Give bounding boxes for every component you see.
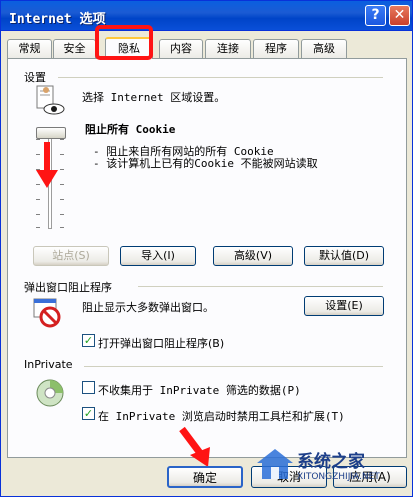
close-button[interactable]: ✕: [389, 5, 410, 26]
help-icon: ?: [371, 7, 380, 23]
privacy-eye-icon: [36, 85, 65, 115]
window-title: Internet 选项: [9, 12, 106, 27]
tab-strip: 常规 安全 隐私 内容 连接 程序 高级: [7, 37, 407, 59]
close-icon: ✕: [393, 7, 406, 23]
popup-blocker-checkbox-label: 打开弹出窗口阻止程序(B): [98, 337, 225, 350]
privacy-level-title: 阻止所有 Cookie: [85, 123, 176, 136]
popup-separator: [138, 286, 383, 287]
title-bar[interactable]: Internet 选项 ? ✕: [1, 1, 412, 31]
inprivate-filter-checkbox[interactable]: [82, 381, 95, 394]
help-button[interactable]: ?: [365, 5, 386, 26]
privacy-slider-thumb[interactable]: [36, 127, 66, 139]
highlight-box-privacy-tab: [95, 25, 153, 60]
watermark-site: XITONGZHIJIA.NET: [297, 472, 380, 482]
red-arrow-down-icon: [36, 142, 58, 188]
tab-advanced[interactable]: 高级: [301, 39, 347, 58]
settings-separator: [58, 77, 383, 78]
sites-button[interactable]: 站点(S): [33, 246, 109, 266]
settings-description: 选择 Internet 区域设置。: [82, 91, 226, 104]
ok-button[interactable]: 确定: [167, 466, 243, 488]
internet-options-window: Internet 选项 ? ✕ 常规 安全 隐私 内容 连接 程序 高级 设置 …: [0, 0, 413, 497]
tab-security[interactable]: 安全: [53, 39, 96, 58]
inprivate-group-label: InPrivate: [24, 358, 77, 371]
red-arrow-ok-icon: [179, 426, 210, 467]
import-button[interactable]: 导入(I): [120, 246, 196, 266]
tab-programs[interactable]: 程序: [253, 39, 299, 58]
watermark-brand: 系统之家: [297, 452, 365, 472]
inprivate-toolbar-checkbox-label: 在 InPrivate 浏览启动时禁用工具栏和扩展(T): [98, 410, 345, 423]
advanced-button[interactable]: 高级(V): [213, 246, 293, 266]
popup-description: 阻止显示大多数弹出窗口。: [82, 301, 214, 314]
privacy-level-detail: - 该计算机上已有的Cookie 不能被网站读取: [93, 157, 318, 170]
inprivate-toolbar-checkbox[interactable]: ✓: [82, 407, 95, 420]
house-logo-icon: [257, 449, 293, 479]
inprivate-filter-checkbox-label: 不收集用于 InPrivate 筛选的数据(P): [98, 384, 301, 397]
inprivate-globe-icon: [36, 379, 64, 407]
settings-group-label: 设置: [24, 69, 50, 85]
tab-connections[interactable]: 连接: [205, 39, 251, 58]
privacy-panel: 设置 选择 Internet 区域设置。 阻止所有 Cookie - 阻止来自所…: [7, 58, 407, 458]
popup-group-label: 弹出窗口阻止程序: [24, 279, 116, 295]
default-button[interactable]: 默认值(D): [304, 246, 384, 266]
inprivate-separator: [84, 366, 383, 367]
site-watermark: 系统之家 XITONGZHIJIA.NET: [253, 441, 413, 497]
popup-blocker-checkbox[interactable]: ✓: [82, 334, 95, 347]
tab-general[interactable]: 常规: [7, 39, 52, 58]
popup-settings-button[interactable]: 设置(E): [304, 296, 384, 316]
popup-blocker-icon: [33, 298, 61, 328]
tab-content[interactable]: 内容: [159, 39, 203, 58]
